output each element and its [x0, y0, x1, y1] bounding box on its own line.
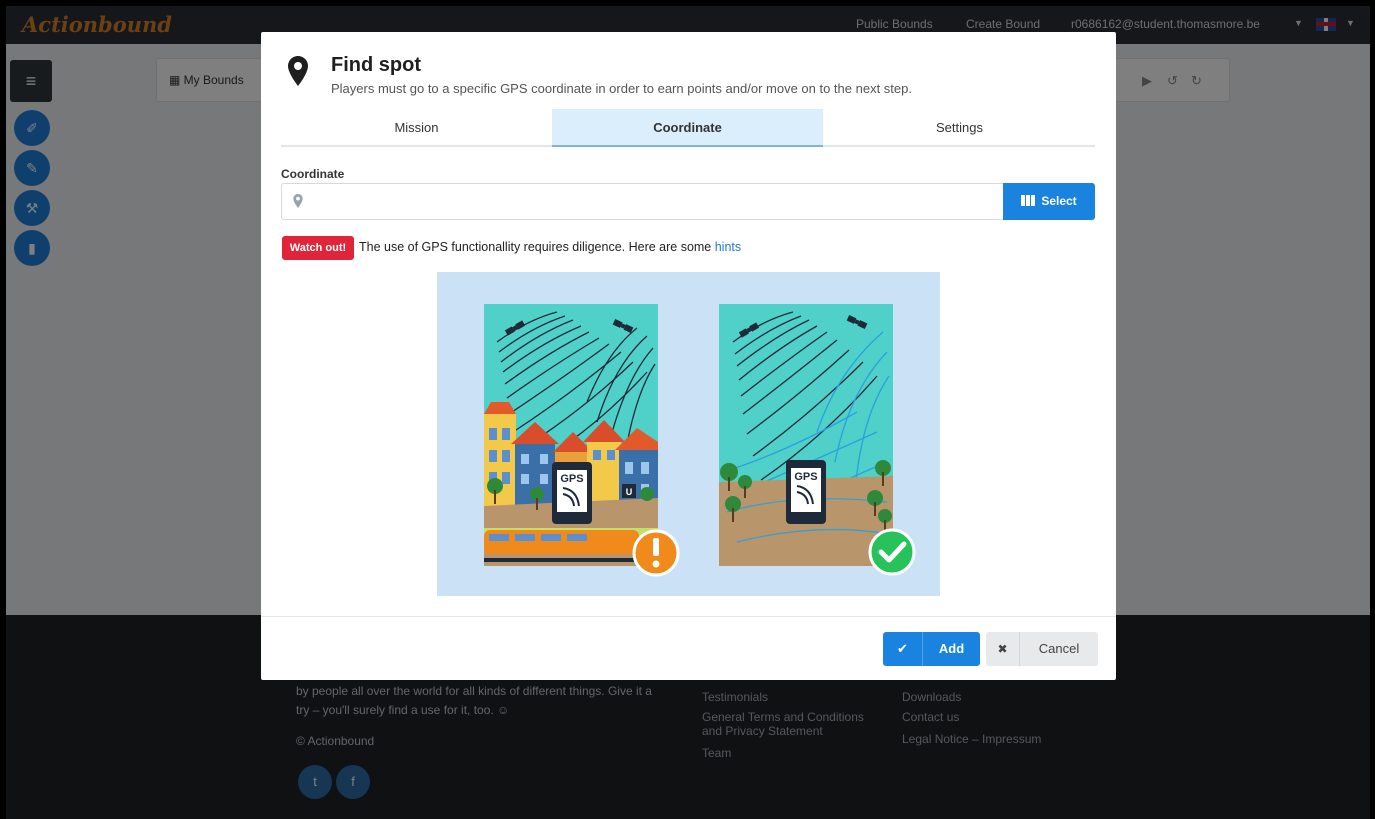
add-label: Add — [938, 641, 965, 656]
gps-warning-text: The use of GPS functionallity requires d… — [359, 240, 741, 254]
check-icon: ✔ — [883, 632, 923, 666]
select-label: Select — [1041, 194, 1077, 208]
map-pin-icon — [288, 56, 308, 86]
urban-gps-panel: U GPS — [484, 304, 680, 577]
tab-settings[interactable]: Settings — [824, 109, 1095, 147]
dialog-title: Find spot — [331, 54, 421, 76]
gps-illustration: U GPS GPS — [437, 272, 940, 596]
station-sign-text: U — [626, 487, 633, 497]
coordinate-input[interactable] — [314, 190, 994, 214]
hints-link[interactable]: hints — [715, 240, 741, 254]
coordinate-label: Coordinate — [281, 167, 345, 181]
left-phone-gps-label: GPS — [560, 473, 583, 485]
cancel-label: Cancel — [1038, 641, 1080, 656]
location-pin-icon — [293, 194, 303, 208]
coordinate-field — [281, 183, 1003, 220]
map-icon — [1021, 195, 1036, 206]
find-spot-dialog: Find spot Players must go to a specific … — [261, 32, 1116, 680]
add-button[interactable]: ✔ Add — [883, 632, 980, 666]
cancel-button[interactable]: ✖ Cancel — [986, 632, 1098, 666]
open-area-gps-panel: GPS — [719, 304, 916, 576]
dialog-tabs: Mission Coordinate Settings — [281, 109, 1095, 147]
tab-mission[interactable]: Mission — [281, 109, 552, 147]
warning-text: The use of GPS functionallity requires d… — [359, 240, 715, 254]
dialog-footer: ✔ Add ✖ Cancel — [261, 616, 1116, 680]
tab-coordinate[interactable]: Coordinate — [552, 109, 823, 147]
checkmark-icon — [868, 528, 916, 576]
gps-comparison-image: U GPS GPS — [484, 304, 916, 577]
close-icon: ✖ — [986, 632, 1020, 666]
select-coordinate-button[interactable]: Select — [1003, 183, 1095, 220]
right-phone-gps-label: GPS — [794, 471, 817, 483]
watch-out-badge: Watch out! — [282, 236, 354, 260]
dialog-subtitle: Players must go to a specific GPS coordi… — [331, 81, 912, 96]
